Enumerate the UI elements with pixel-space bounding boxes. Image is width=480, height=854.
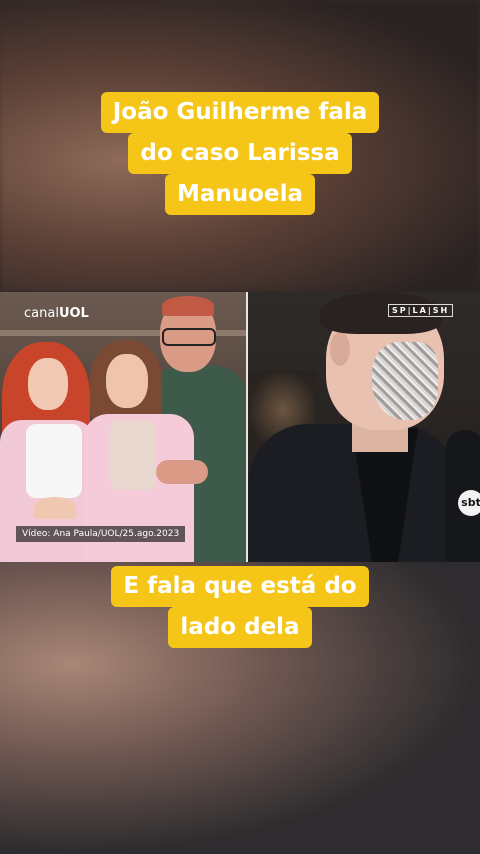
caption-top-line-3: Manuoela bbox=[165, 174, 315, 215]
splash-watermark: SP|LA|SH bbox=[388, 304, 454, 317]
video-credit: Vídeo: Ana Paula/UOL/25.ago.2023 bbox=[16, 526, 186, 542]
glitter-makeup bbox=[372, 342, 438, 420]
person-2-face bbox=[106, 354, 148, 408]
person-2-blouse bbox=[110, 420, 156, 490]
caption-bottom-line-1: E fala que está do bbox=[111, 566, 369, 607]
person-3-hair bbox=[162, 296, 214, 316]
person-1-face bbox=[28, 358, 68, 410]
caption-top-line-1: João Guilherme fala bbox=[100, 92, 380, 133]
video-panel-left: canalUOL Vídeo: Ana Paula/UOL/25.ago.202… bbox=[0, 292, 246, 562]
video-panel-right: sbt SP|LA|SH bbox=[248, 292, 480, 562]
glasses-icon bbox=[162, 328, 216, 346]
caption-bottom: E fala que está do lado dela bbox=[20, 566, 460, 648]
person-1-midriff bbox=[34, 497, 76, 519]
caption-bottom-line-2: lado dela bbox=[168, 607, 312, 648]
caption-top-line-2: do caso Larissa bbox=[128, 133, 352, 174]
ear bbox=[330, 332, 350, 366]
sbt-mic-logo: sbt bbox=[458, 490, 480, 516]
canal-uol-logo: canalUOL bbox=[24, 306, 89, 321]
caption-top: João Guilherme fala do caso Larissa Manu… bbox=[20, 92, 460, 215]
logo-brand: UOL bbox=[58, 306, 89, 321]
person-1-top bbox=[26, 424, 82, 498]
person-3-hand bbox=[156, 460, 208, 484]
logo-prefix: canal bbox=[24, 306, 59, 321]
